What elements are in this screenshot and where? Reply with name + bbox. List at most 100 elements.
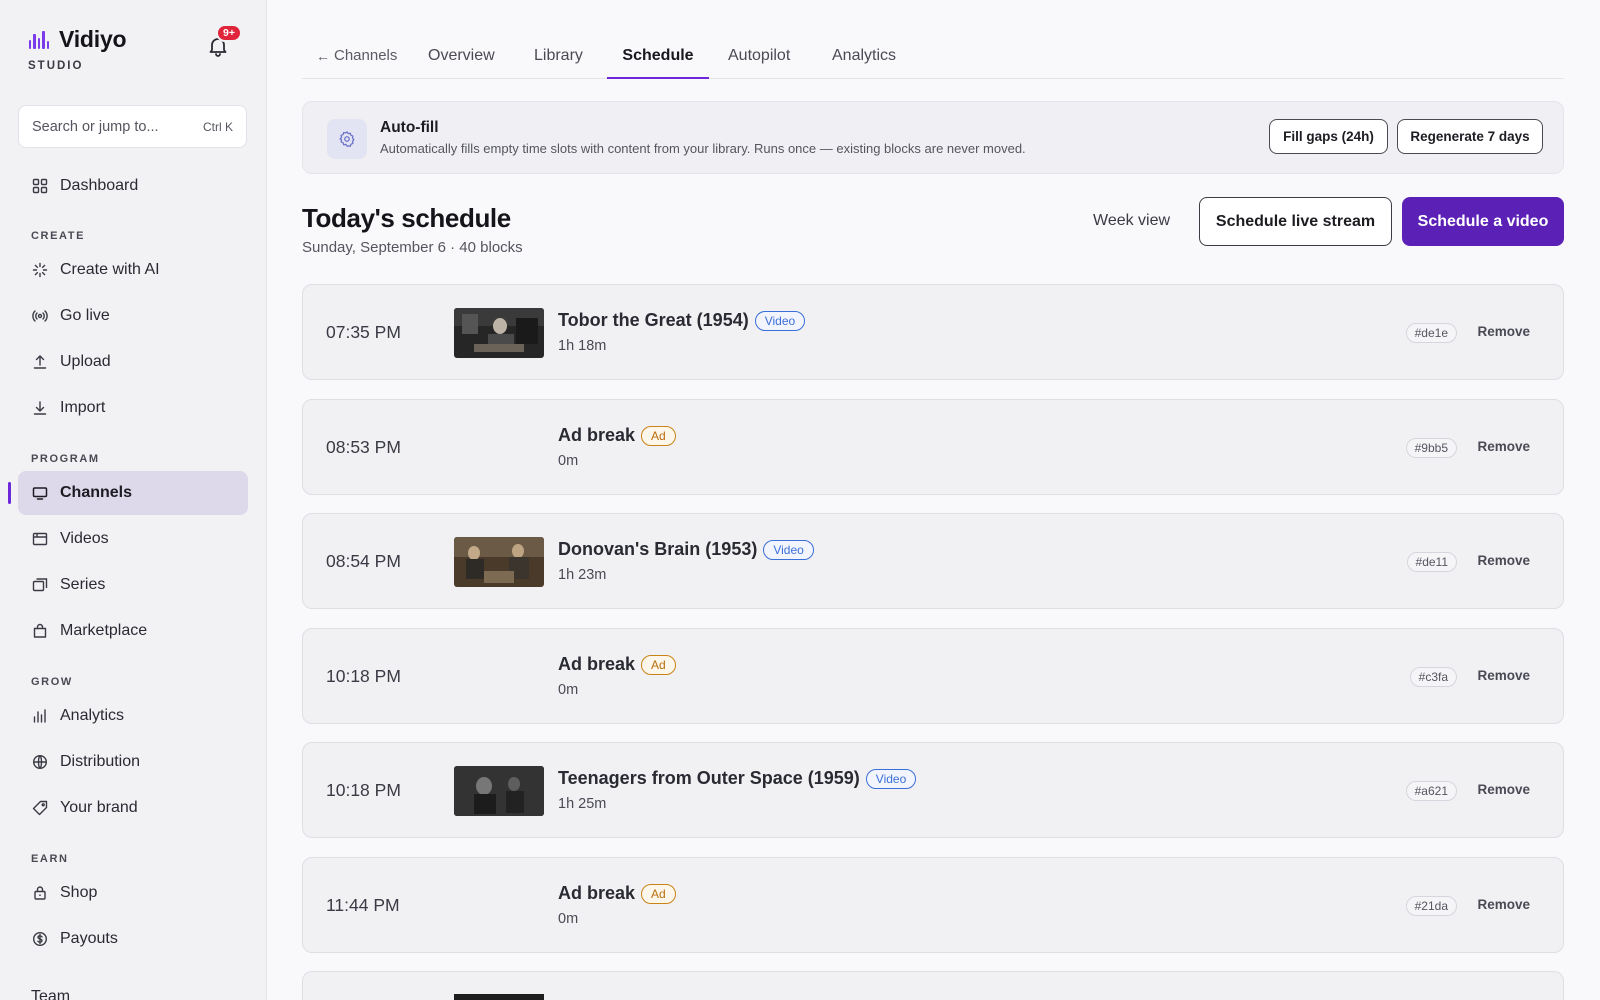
block-duration: 1h 23m — [558, 567, 607, 583]
week-view-button[interactable]: Week view — [1093, 212, 1170, 230]
block-title: Donovan's Brain (1953) — [558, 539, 758, 559]
block-title-row: Teenagers from Outer Space (1959) Video — [558, 768, 917, 789]
tab-schedule[interactable]: Schedule — [607, 47, 709, 79]
sidebar-item-go-live[interactable]: Go live — [18, 294, 248, 338]
schedule-block[interactable]: 10:18 PM Ad break Ad 0m #c3fa Remove — [302, 628, 1564, 724]
tab-analytics[interactable]: Analytics — [832, 47, 896, 79]
sidebar-item-import[interactable]: Import — [18, 386, 248, 430]
remove-button[interactable]: Remove — [1477, 439, 1530, 454]
dollar-icon — [32, 931, 48, 947]
lock-bag-icon — [32, 885, 48, 901]
sidebar-item-channels[interactable]: Channels — [18, 471, 248, 515]
block-title: Ad break — [558, 425, 636, 445]
back-to-channels[interactable]: ← Channels — [316, 47, 397, 79]
brand[interactable]: Vidiyo — [29, 26, 127, 53]
block-title-row: Ad break Ad — [558, 883, 676, 904]
sidebar-item-team[interactable]: Team — [18, 975, 248, 1000]
schedule-video-button[interactable]: Schedule a video — [1402, 197, 1564, 246]
section-earn: EARN — [31, 853, 69, 865]
block-id-badge: #21da — [1405, 896, 1457, 916]
brand-subtitle: STUDIO — [28, 60, 84, 72]
tag-icon — [32, 800, 48, 816]
download-icon — [32, 400, 48, 416]
page-title: Today's schedule — [302, 203, 511, 233]
block-time: 07:35 PM — [326, 322, 401, 342]
sidebar-item-marketplace[interactable]: Marketplace — [18, 609, 248, 653]
sidebar-item-distribution[interactable]: Distribution — [18, 740, 248, 784]
video-thumbnail — [454, 537, 544, 587]
schedule-block[interactable]: 08:54 PM Donovan's Brain (1953) Video 1h… — [302, 513, 1564, 609]
search-input[interactable]: Search or jump to... Ctrl K — [18, 105, 247, 148]
film-icon — [32, 531, 48, 547]
schedule-block-partial[interactable] — [302, 971, 1564, 1000]
block-id-badge: #a621 — [1405, 781, 1457, 801]
broadcast-icon — [32, 308, 48, 324]
autofill-description: Automatically fills empty time slots wit… — [380, 141, 1026, 156]
block-title-row: Ad break Ad — [558, 425, 676, 446]
notification-badge: 9+ — [216, 24, 242, 42]
sidebar-item-payouts[interactable]: Payouts — [18, 917, 248, 961]
sidebar-item-upload[interactable]: Upload — [18, 340, 248, 384]
block-title: Tobor the Great (1954) — [558, 310, 749, 330]
sidebar-item-label: Marketplace — [60, 622, 148, 639]
video-thumbnail — [454, 766, 544, 816]
schedule-block[interactable]: 11:44 PM Ad break Ad 0m #21da Remove — [302, 857, 1564, 953]
sidebar-item-label: Your brand — [60, 799, 138, 816]
block-time: 11:44 PM — [326, 895, 400, 915]
type-badge: Video — [754, 310, 806, 331]
remove-button[interactable]: Remove — [1477, 897, 1530, 912]
sidebar-item-your-brand[interactable]: Your brand — [18, 786, 248, 830]
globe-icon — [32, 754, 48, 770]
autofill-title: Auto-fill — [380, 119, 439, 136]
sidebar-item-videos[interactable]: Videos — [18, 517, 248, 561]
back-label: Channels — [334, 47, 398, 64]
remove-button[interactable]: Remove — [1477, 668, 1530, 683]
sidebar-item-label: Dashboard — [60, 177, 139, 194]
schedule-live-stream-button[interactable]: Schedule live stream — [1199, 197, 1392, 246]
sidebar-item-create-with-ai[interactable]: Create with AI — [18, 248, 248, 292]
sidebar-item-series[interactable]: Series — [18, 563, 248, 607]
block-title: Ad break — [558, 654, 636, 674]
tab-library[interactable]: Library — [534, 47, 583, 79]
tab-autopilot[interactable]: Autopilot — [728, 47, 790, 79]
grid-icon — [32, 178, 48, 194]
type-badge: Ad — [641, 883, 676, 904]
block-title-row: Ad break Ad — [558, 654, 676, 675]
bars-icon — [32, 708, 48, 724]
sidebar-item-label: Import — [60, 399, 106, 416]
sidebar-item-shop[interactable]: Shop — [18, 871, 248, 915]
section-program: PROGRAM — [31, 453, 100, 465]
fill-gaps-button[interactable]: Fill gaps (24h) — [1269, 119, 1388, 154]
section-create: CREATE — [31, 230, 86, 242]
logo-bars-icon — [29, 30, 50, 49]
sidebar-item-label: Analytics — [60, 707, 125, 724]
block-title: Ad break — [558, 883, 636, 903]
sidebar-item-label: Channels — [60, 484, 133, 501]
sidebar-item-label: Upload — [60, 353, 111, 370]
channel-tabs: ← Channels Overview Library Schedule Aut… — [302, 38, 1564, 79]
schedule-block[interactable]: 08:53 PM Ad break Ad 0m #9bb5 Remove — [302, 399, 1564, 495]
video-thumbnail — [454, 994, 544, 1000]
regenerate-button[interactable]: Regenerate 7 days — [1397, 119, 1543, 154]
sidebar-item-dashboard[interactable]: Dashboard — [18, 164, 248, 208]
remove-button[interactable]: Remove — [1477, 553, 1530, 568]
schedule-block[interactable]: 10:18 PM Teenagers from Outer Space (195… — [302, 742, 1564, 838]
arrow-left-icon: ← — [316, 48, 330, 64]
sidebar: Vidiyo STUDIO 9+ Search or jump to... Ct… — [0, 0, 267, 1000]
remove-button[interactable]: Remove — [1477, 324, 1530, 339]
sidebar-item-analytics[interactable]: Analytics — [18, 694, 248, 738]
block-title-row: Tobor the Great (1954) Video — [558, 310, 806, 331]
remove-button[interactable]: Remove — [1477, 782, 1530, 797]
stack-icon — [32, 577, 48, 593]
type-badge: Video — [865, 768, 917, 789]
brand-name: Vidiyo — [59, 26, 127, 52]
sidebar-item-label: Series — [60, 576, 106, 593]
autofill-panel: Auto-fill Automatically fills empty time… — [302, 101, 1564, 174]
block-time: 10:18 PM — [326, 666, 401, 686]
block-id-badge: #de11 — [1406, 552, 1457, 572]
schedule-subtitle: Sunday, September 6 · 40 blocks — [302, 239, 523, 256]
search-placeholder: Search or jump to... — [32, 118, 159, 135]
sidebar-item-label: Team — [31, 988, 71, 1000]
schedule-block[interactable]: 07:35 PM Tobor the Great (1954) Video 1h… — [302, 284, 1564, 380]
tab-overview[interactable]: Overview — [428, 47, 495, 79]
